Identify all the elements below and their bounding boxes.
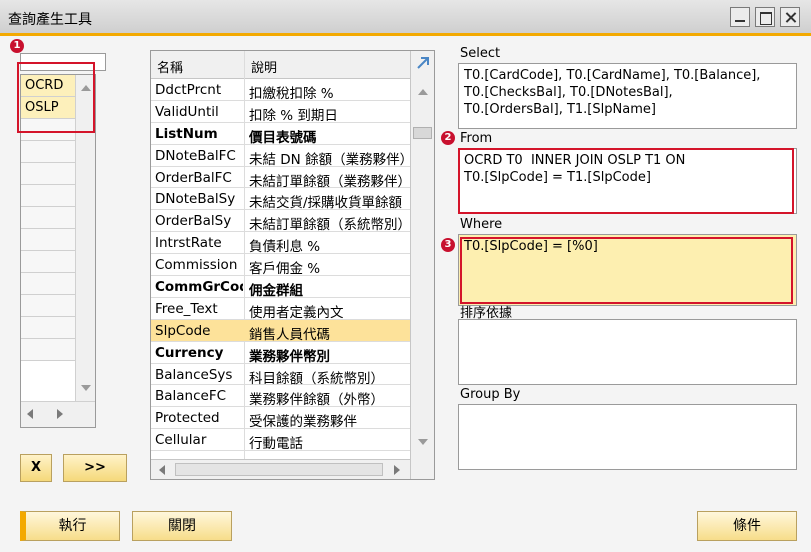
- field-row[interactable]: BalanceFC 業務夥伴餘額（外幣）: [151, 385, 410, 409]
- marker-2: 2: [441, 131, 455, 145]
- field-row[interactable]: DNoteBalFC 未結 DN 餘額（業務夥伴）: [151, 145, 410, 168]
- field-name-cell: OrderBalSy: [155, 213, 232, 230]
- field-name-cell: BalanceSys: [155, 366, 233, 383]
- grid-body: DdctPrcnt 扣繳稅扣除 % ValidUntil 扣除 % 到期日 ListNu…: [151, 79, 410, 453]
- field-description-cell: 佣金群組: [249, 283, 303, 300]
- column-header-name[interactable]: 名稱: [157, 57, 183, 76]
- field-row[interactable]: Commission 客戶佣金 %: [151, 254, 410, 278]
- field-name-cell: ListNum: [155, 125, 218, 142]
- field-row[interactable]: ValidUntil 扣除 % 到期日: [151, 101, 410, 124]
- field-description-cell: 未結訂單餘額（系統幣別）: [249, 217, 409, 234]
- field-row[interactable]: CommGrCode 佣金群組: [151, 276, 410, 300]
- field-name-cell: DNoteBalFC: [155, 147, 236, 164]
- where-label: Where: [460, 217, 503, 232]
- scroll-left-icon[interactable]: [159, 465, 165, 475]
- scrollbar-thumb[interactable]: [175, 463, 383, 476]
- marker-1: 1: [10, 39, 24, 53]
- grid-header: 名稱 說明: [151, 51, 410, 79]
- execute-button[interactable]: 執行: [20, 511, 120, 541]
- grid-vertical-scrollbar[interactable]: [410, 51, 434, 479]
- highlight-box-tables: [17, 62, 95, 133]
- scroll-down-icon[interactable]: [81, 385, 91, 391]
- maximize-button[interactable]: [755, 7, 775, 27]
- field-description-cell: 業務夥伴餘額（外幣）: [249, 392, 384, 409]
- field-row[interactable]: Protected 受保護的業務夥伴: [151, 407, 410, 431]
- field-name-cell: Cellular: [155, 432, 207, 449]
- field-description-cell: 受保護的業務夥伴: [249, 414, 357, 431]
- field-description-cell: 扣除 % 到期日: [249, 107, 338, 124]
- field-name-cell: Protected: [155, 410, 220, 427]
- field-name-cell: Free_Text: [155, 300, 218, 317]
- grid-horizontal-scrollbar[interactable]: [151, 459, 410, 479]
- close-button[interactable]: 關閉: [132, 511, 232, 541]
- field-row[interactable]: DdctPrcnt 扣繳稅扣除 %: [151, 79, 410, 102]
- field-description-cell: 銷售人員代碼: [249, 326, 330, 343]
- field-description-cell: 扣繳稅扣除 %: [249, 86, 334, 102]
- field-description-cell: 未結交貨/採購收貨單餘額: [249, 195, 403, 212]
- column-header-description[interactable]: 說明: [251, 57, 277, 76]
- field-description-cell: 未結訂單餘額（業務夥伴）: [249, 173, 409, 190]
- highlight-box-from: [458, 148, 794, 214]
- title-bar: 查詢產生工具: [0, 0, 811, 36]
- window-title: 查詢產生工具: [8, 12, 92, 28]
- field-description-cell: 業務夥伴幣別: [249, 348, 330, 365]
- group-by-label: Group By: [460, 387, 521, 402]
- field-row[interactable]: SlpCode 銷售人員代碼: [151, 319, 410, 343]
- scroll-right-icon[interactable]: [394, 465, 400, 475]
- field-description-cell: 價目表號碼: [249, 129, 317, 146]
- from-label: From: [460, 131, 493, 146]
- marker-3: 3: [441, 238, 455, 252]
- field-row[interactable]: DNoteBalSy 未結交貨/採購收貨單餘額: [151, 188, 410, 212]
- scrollbar-thumb[interactable]: [413, 127, 432, 139]
- field-description-cell: 負債利息 %: [249, 239, 321, 256]
- scroll-up-icon[interactable]: [418, 89, 428, 95]
- highlight-box-where: [460, 237, 793, 304]
- field-name-cell: Commission: [155, 257, 238, 274]
- remove-table-button[interactable]: X: [20, 454, 52, 482]
- field-row[interactable]: Free_Text 使用者定義內文: [151, 298, 410, 321]
- select-textarea[interactable]: T0.[CardCode], T0.[CardName], T0.[Balanc…: [458, 63, 797, 129]
- order-by-textarea[interactable]: [458, 319, 797, 385]
- field-name-cell: DNoteBalSy: [155, 191, 236, 208]
- select-label: Select: [460, 46, 501, 61]
- close-window-button[interactable]: [780, 7, 800, 27]
- field-row[interactable]: IntrstRate 負債利息 %: [151, 232, 410, 256]
- table-list-horizontal-scrollbar[interactable]: [21, 401, 95, 427]
- field-grid: 名稱 說明 DdctPrcnt 扣繳稅扣除 % ValidUntil 扣除 % 到期日…: [150, 50, 435, 480]
- field-row[interactable]: BalanceSys 科目餘額（系統幣別）: [151, 364, 410, 387]
- field-name-cell: BalanceFC: [155, 388, 227, 405]
- field-row[interactable]: OrderBalFC 未結訂單餘額（業務夥伴）: [151, 167, 410, 190]
- field-row[interactable]: Cellular 行動電話: [151, 429, 410, 453]
- field-name-cell: Currency: [155, 344, 224, 361]
- field-name-cell: ValidUntil: [155, 103, 219, 120]
- minimize-button[interactable]: [730, 7, 750, 27]
- field-description-cell: 行動電話: [249, 436, 303, 453]
- field-description-cell: 客戶佣金 %: [249, 261, 321, 278]
- scroll-left-icon[interactable]: [27, 409, 33, 419]
- field-description-cell: 使用者定義內文: [249, 304, 344, 321]
- field-name-cell: DdctPrcnt: [155, 82, 222, 98]
- conditions-button[interactable]: 條件: [697, 511, 797, 541]
- field-name-cell: SlpCode: [155, 322, 211, 339]
- group-by-textarea[interactable]: [458, 404, 797, 470]
- expand-arrow-icon[interactable]: [415, 55, 431, 71]
- field-row[interactable]: Currency 業務夥伴幣別: [151, 342, 410, 365]
- field-description-cell: 未結 DN 餘額（業務夥伴）: [249, 151, 409, 168]
- field-row[interactable]: ListNum 價目表號碼: [151, 123, 410, 146]
- field-description-cell: 科目餘額（系統幣別）: [249, 370, 384, 387]
- field-name-cell: OrderBalFC: [155, 169, 232, 186]
- field-name-cell: IntrstRate: [155, 235, 222, 252]
- field-row[interactable]: OrderBalSy 未結訂單餘額（系統幣別）: [151, 210, 410, 234]
- add-table-button[interactable]: >>: [63, 454, 127, 482]
- scroll-right-icon[interactable]: [57, 409, 63, 419]
- scroll-down-icon[interactable]: [418, 439, 428, 445]
- field-name-cell: CommGrCode: [155, 279, 243, 296]
